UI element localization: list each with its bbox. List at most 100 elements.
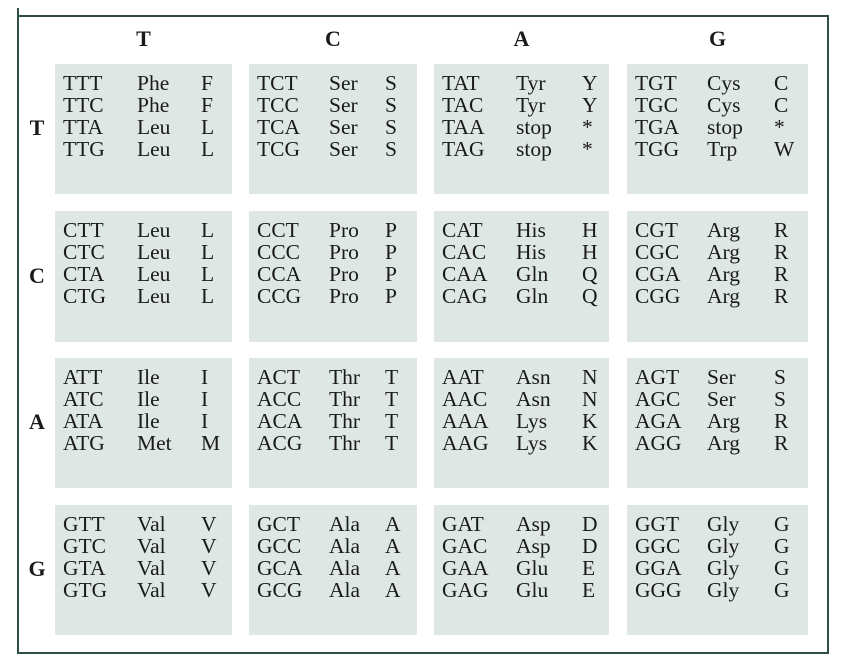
amino-acid-label: Tyr — [516, 93, 546, 117]
codon-label: CAC — [442, 240, 487, 264]
codon-block-at: ATT Ile I ATC Ile I ATA Ile I ATG Met M — [55, 358, 232, 488]
codon-entry: TAC Tyr Y — [434, 94, 609, 116]
codon-entry: CAG Gln Q — [434, 285, 609, 307]
codon-label: TAT — [442, 71, 480, 95]
codon-entry: TGC Cys C — [627, 94, 808, 116]
amino-acid-label: stop — [516, 137, 552, 161]
codon-label: CTT — [63, 218, 104, 242]
codon-block-gc: GCT Ala A GCC Ala A GCA Ala A GCG Ala A — [249, 505, 417, 635]
codon-entry: GGG Gly G — [627, 579, 808, 601]
amino-acid-letter: R — [774, 240, 789, 264]
amino-acid-letter: G — [774, 534, 790, 558]
codon-label: ATC — [63, 387, 104, 411]
amino-acid-label: Cys — [707, 71, 741, 95]
codon-label: ATT — [63, 365, 103, 389]
codon-label: CCC — [257, 240, 301, 264]
amino-acid-label: stop — [516, 115, 552, 139]
codon-entry: TGT Cys C — [627, 72, 808, 94]
amino-acid-letter: W — [774, 137, 795, 161]
amino-acid-label: Ile — [137, 409, 160, 433]
amino-acid-label: Ser — [329, 115, 358, 139]
codon-label: GAC — [442, 534, 488, 558]
row-header-g: G — [28, 556, 46, 581]
amino-acid-letter: A — [385, 512, 401, 536]
amino-acid-letter: E — [582, 578, 596, 602]
codon-label: TCC — [257, 93, 299, 117]
amino-acid-label: Val — [137, 578, 166, 602]
amino-acid-letter: F — [201, 71, 213, 95]
amino-acid-letter: A — [385, 556, 401, 580]
codon-label: ACG — [257, 431, 303, 455]
amino-acid-label: stop — [707, 115, 743, 139]
codon-label: GCC — [257, 534, 302, 558]
codon-label: GAG — [442, 578, 489, 602]
amino-acid-label: Gln — [516, 284, 549, 308]
amino-acid-letter: T — [385, 409, 399, 433]
amino-acid-letter: S — [385, 115, 397, 139]
amino-acid-label: Ala — [329, 512, 361, 536]
amino-acid-label: Phe — [137, 71, 170, 95]
amino-acid-label: Arg — [707, 409, 741, 433]
amino-acid-letter: R — [774, 284, 789, 308]
codon-entry: CGG Arg R — [627, 285, 808, 307]
amino-acid-label: Ala — [329, 534, 361, 558]
codon-block-aa: AAT Asn N AAC Asn N AAA Lys K AAG Lys K — [434, 358, 609, 488]
codon-label: TGT — [635, 71, 677, 95]
amino-acid-letter: G — [774, 578, 790, 602]
codon-label: AGT — [635, 365, 680, 389]
amino-acid-label: Pro — [329, 240, 359, 264]
amino-acid-label: Ser — [707, 387, 736, 411]
codon-label: GGA — [635, 556, 682, 580]
amino-acid-letter: S — [385, 71, 397, 95]
codon-block-cg: CGT Arg R CGC Arg R CGA Arg R CGG Arg R — [627, 211, 808, 342]
amino-acid-label: Ala — [329, 578, 361, 602]
amino-acid-letter: G — [774, 556, 790, 580]
codon-entry: CCC Pro P — [249, 241, 417, 263]
amino-acid-letter: * — [582, 137, 593, 161]
codon-entry: ATT Ile I — [55, 366, 232, 388]
codon-entry: TCG Ser S — [249, 138, 417, 160]
codon-block-gg: GGT Gly G GGC Gly G GGA Gly G GGG Gly G — [627, 505, 808, 635]
codon-label: TGG — [635, 137, 680, 161]
codon-block-ct: CTT Leu L CTC Leu L CTA Leu L CTG Leu L — [55, 211, 232, 342]
codon-label: TCA — [257, 115, 300, 139]
codon-entry: GAC Asp D — [434, 535, 609, 557]
codon-entry: GTA Val V — [55, 557, 232, 579]
codon-entry: TTA Leu L — [55, 116, 232, 138]
codon-entry: ATC Ile I — [55, 388, 232, 410]
amino-acid-letter: I — [201, 409, 209, 433]
amino-acid-letter: R — [774, 262, 789, 286]
codon-entry: CTA Leu L — [55, 263, 232, 285]
codon-label: TAA — [442, 115, 485, 139]
codon-label: ATG — [63, 431, 105, 455]
codon-entry: CAC His H — [434, 241, 609, 263]
amino-acid-label: Ala — [329, 556, 361, 580]
amino-acid-letter: H — [582, 240, 598, 264]
codon-label: GGT — [635, 512, 680, 536]
codon-entry: TCA Ser S — [249, 116, 417, 138]
codon-label: TTC — [63, 93, 104, 117]
codon-block-ag: AGT Ser S AGC Ser S AGA Arg R AGG Arg R — [627, 358, 808, 488]
codon-label: AAG — [442, 431, 489, 455]
codon-label: CCA — [257, 262, 302, 286]
codon-label: GCG — [257, 578, 303, 602]
amino-acid-letter: V — [201, 556, 217, 580]
codon-entry: ACG Thr T — [249, 432, 417, 454]
codon-label: AAA — [442, 409, 489, 433]
codon-entry: GCG Ala A — [249, 579, 417, 601]
amino-acid-label: Lys — [516, 409, 548, 433]
codon-entry: AGG Arg R — [627, 432, 808, 454]
codon-label: GCT — [257, 512, 300, 536]
codon-label: CTA — [63, 262, 105, 286]
codon-entry: TAT Tyr Y — [434, 72, 609, 94]
amino-acid-label: Ile — [137, 387, 160, 411]
codon-block-ta: TAT Tyr Y TAC Tyr Y TAA stop * TAG stop * — [434, 64, 609, 194]
codon-label: ACA — [257, 409, 303, 433]
amino-acid-letter: C — [774, 71, 789, 95]
amino-acid-letter: R — [774, 409, 789, 433]
codon-entry: CCT Pro P — [249, 219, 417, 241]
amino-acid-label: Asn — [516, 365, 551, 389]
amino-acid-label: Leu — [137, 262, 171, 286]
codon-block-ca: CAT His H CAC His H CAA Gln Q CAG Gln Q — [434, 211, 609, 342]
amino-acid-letter: S — [385, 93, 397, 117]
